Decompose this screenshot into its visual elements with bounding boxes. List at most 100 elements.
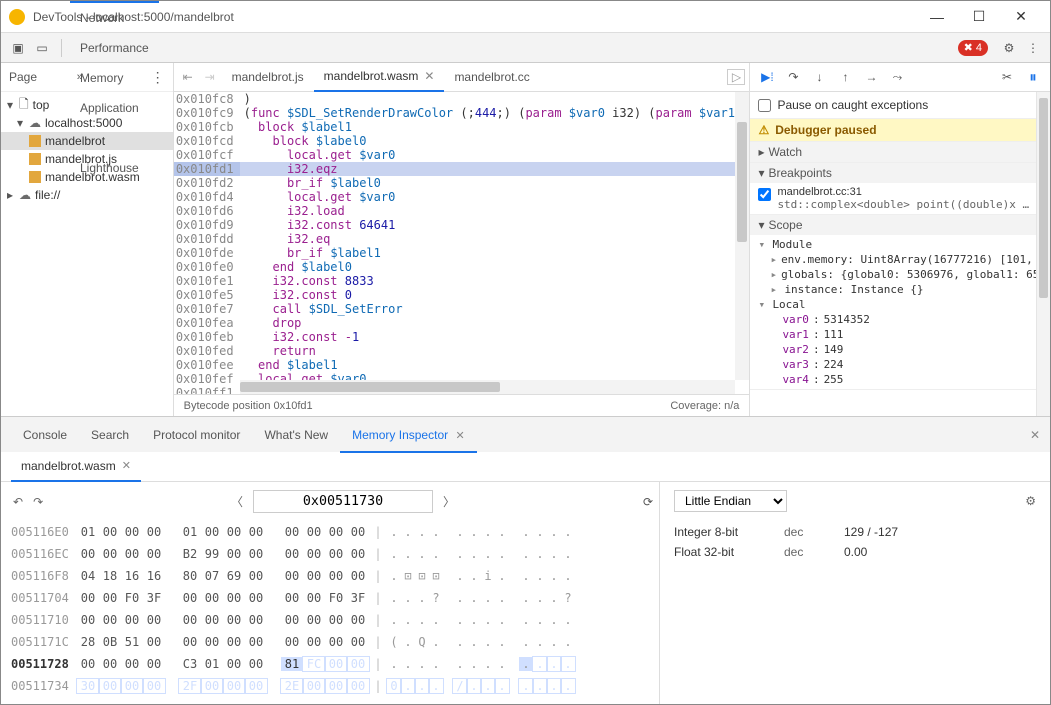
- drawer-tab[interactable]: Memory Inspector ✕: [340, 417, 477, 453]
- main-tab-network[interactable]: Network: [70, 3, 159, 33]
- main-tab-performance[interactable]: Performance: [70, 33, 159, 63]
- drawer-close-icon[interactable]: ✕: [1030, 428, 1040, 442]
- window-maximize[interactable]: ☐: [958, 3, 1000, 31]
- step-button[interactable]: →: [862, 68, 880, 86]
- code-line[interactable]: 0x010fd2 br_if $label0: [174, 176, 750, 190]
- undo-icon[interactable]: ↶: [13, 495, 23, 509]
- code-h-scrollbar[interactable]: [240, 380, 736, 394]
- tree-file-scheme[interactable]: ▸☁ file://: [1, 186, 173, 204]
- code-line[interactable]: 0x010fe0 end $label0: [174, 260, 750, 274]
- source-tab[interactable]: mandelbrot.cc: [444, 63, 539, 92]
- hex-row[interactable]: 005116EC00000000B299000000000000|.......…: [11, 543, 659, 565]
- tree-file-mandelbrot[interactable]: mandelbrot: [1, 132, 173, 150]
- code-line[interactable]: 0x010fe5 i32.const 0: [174, 288, 750, 302]
- code-line[interactable]: 0x010fe7 call $SDL_SetError: [174, 302, 750, 316]
- mi-tab[interactable]: mandelbrot.wasm✕: [11, 452, 141, 482]
- step-over-button[interactable]: ↷: [784, 68, 802, 86]
- bp-checkbox[interactable]: [758, 188, 771, 201]
- tree-file-mandelbrot-js[interactable]: mandelbrot.js: [1, 150, 173, 168]
- device-icon[interactable]: ▭: [31, 37, 53, 59]
- step-into-button[interactable]: ↓: [810, 68, 828, 86]
- code-line[interactable]: 0x010fd1 i32.eqz: [174, 162, 750, 176]
- refresh-icon[interactable]: ⟳: [643, 495, 653, 509]
- code-line[interactable]: 0x010fd4 local.get $var0: [174, 190, 750, 204]
- scope-memory[interactable]: ▸env.memory: Uint8Array(16777216) [101, …: [758, 252, 1042, 267]
- code-line[interactable]: 0x010fcf local.get $var0: [174, 148, 750, 162]
- nav-fwd-icon[interactable]: ⇥: [200, 70, 220, 84]
- kebab-menu-icon[interactable]: ⋮: [1022, 37, 1044, 59]
- section-breakpoints[interactable]: ▾Breakpoints: [750, 163, 1050, 183]
- window-close[interactable]: ✕: [1000, 3, 1042, 31]
- prev-page-icon[interactable]: 〈: [231, 493, 243, 510]
- resume-button[interactable]: ▶⁞: [758, 68, 776, 86]
- source-tab[interactable]: mandelbrot.js: [222, 63, 314, 92]
- drawer-tab[interactable]: Protocol monitor: [141, 417, 252, 453]
- code-line[interactable]: 0x010fde br_if $label1: [174, 246, 750, 260]
- code-v-scrollbar[interactable]: [735, 92, 749, 380]
- value-settings-icon[interactable]: ⚙: [1025, 494, 1036, 508]
- scope-var[interactable]: var3: 224: [758, 357, 1042, 372]
- settings-gear-icon[interactable]: ⚙: [998, 37, 1020, 59]
- script-blackbox-button[interactable]: ✂: [998, 68, 1016, 86]
- close-icon[interactable]: ✕: [424, 69, 434, 83]
- chevron-right-icon[interactable]: »: [77, 71, 83, 83]
- hex-row[interactable]: 005116F8041816168007690000000000|.⊡⊡⊡..i…: [11, 565, 659, 587]
- pause-caught-checkbox[interactable]: [758, 99, 771, 112]
- pause-on-exceptions[interactable]: Pause on caught exceptions: [750, 92, 1050, 119]
- step-out-button[interactable]: ↑: [836, 68, 854, 86]
- source-tab[interactable]: mandelbrot.wasm✕: [314, 63, 445, 92]
- code-line[interactable]: 0x010fcd block $label0: [174, 134, 750, 148]
- hex-row[interactable]: 005117040000F03F000000000000F03F|...?...…: [11, 587, 659, 609]
- play-icon[interactable]: ▷: [727, 69, 745, 85]
- section-scope[interactable]: ▾Scope: [750, 215, 1050, 235]
- code-line[interactable]: 0x010fcb block $label1: [174, 120, 750, 134]
- scope-instance[interactable]: ▸instance: Instance {}: [758, 282, 1042, 297]
- drawer-tab[interactable]: What's New: [252, 417, 340, 453]
- mi-tab-close-icon[interactable]: ✕: [122, 451, 131, 481]
- code-line[interactable]: 0x010fc9(func $SDL_SetRenderDrawColor (;…: [174, 106, 750, 120]
- code-line[interactable]: 0x010fd9 i32.const 64641: [174, 218, 750, 232]
- code-line[interactable]: 0x010feb i32.const -1: [174, 330, 750, 344]
- scope-globals[interactable]: ▸globals: {global0: 5306976, global1: 65…: [758, 267, 1042, 282]
- section-watch[interactable]: ▸Watch: [750, 142, 1050, 162]
- breakpoint-item[interactable]: mandelbrot.cc:31 std::complex<double> po…: [750, 183, 1050, 214]
- redo-icon[interactable]: ↷: [33, 495, 43, 509]
- scope-module[interactable]: ▾Module: [758, 237, 1042, 252]
- nav-back-icon[interactable]: ⇤: [178, 70, 198, 84]
- scope-var[interactable]: var4: 255: [758, 372, 1042, 387]
- window-minimize[interactable]: —: [916, 3, 958, 31]
- drawer-tab[interactable]: Console: [11, 417, 79, 453]
- code-line[interactable]: 0x010fea drop: [174, 316, 750, 330]
- navigator-more-icon[interactable]: ⋮: [151, 69, 165, 86]
- code-line[interactable]: 0x010fee end $label1: [174, 358, 750, 372]
- scope-local[interactable]: ▾Local: [758, 297, 1042, 312]
- hex-row[interactable]: 0051172800000000C301000081FC0000|.......…: [11, 653, 659, 675]
- pause-button[interactable]: ⏸: [1024, 68, 1042, 86]
- scope-var[interactable]: var1: 111: [758, 327, 1042, 342]
- scope-var[interactable]: var2: 149: [758, 342, 1042, 357]
- code-view[interactable]: 0x010fc8)0x010fc9(func $SDL_SetRenderDra…: [174, 92, 750, 394]
- hex-row[interactable]: 0051171C280B51000000000000000000|(.Q....…: [11, 631, 659, 653]
- scope-var[interactable]: var0: 5314352: [758, 312, 1042, 327]
- navigator-dropdown[interactable]: Page: [9, 70, 77, 84]
- hex-row[interactable]: 005116E0010000000100000000000000|.......…: [11, 521, 659, 543]
- hex-row[interactable]: 00511710000000000000000000000000|.......…: [11, 609, 659, 631]
- address-input[interactable]: [253, 490, 433, 513]
- code-line[interactable]: 0x010fe1 i32.const 8833: [174, 274, 750, 288]
- code-line[interactable]: 0x010fd6 i32.load: [174, 204, 750, 218]
- hex-grid[interactable]: 005116E0010000000100000000000000|.......…: [11, 521, 659, 697]
- code-line[interactable]: 0x010fc8): [174, 92, 750, 106]
- tree-host[interactable]: ▾☁ localhost:5000: [1, 114, 173, 132]
- deactivate-bp-button[interactable]: ⤳: [888, 68, 906, 86]
- inspect-icon[interactable]: ▣: [7, 37, 29, 59]
- close-icon[interactable]: ✕: [455, 430, 464, 442]
- debugger-scrollbar[interactable]: [1036, 92, 1050, 416]
- tree-file-mandelbrot-wasm[interactable]: mandelbrot.wasm: [1, 168, 173, 186]
- next-page-icon[interactable]: 〉: [443, 493, 455, 510]
- drawer-tab[interactable]: Search: [79, 417, 141, 453]
- tree-top[interactable]: ▾🗋 top: [1, 96, 173, 114]
- code-line[interactable]: 0x010fdd i32.eq: [174, 232, 750, 246]
- code-line[interactable]: 0x010fed return: [174, 344, 750, 358]
- error-count-badge[interactable]: ✖ 4: [958, 40, 988, 56]
- hex-row[interactable]: 00511734300000002F0000002E000000|0.../..…: [11, 675, 659, 697]
